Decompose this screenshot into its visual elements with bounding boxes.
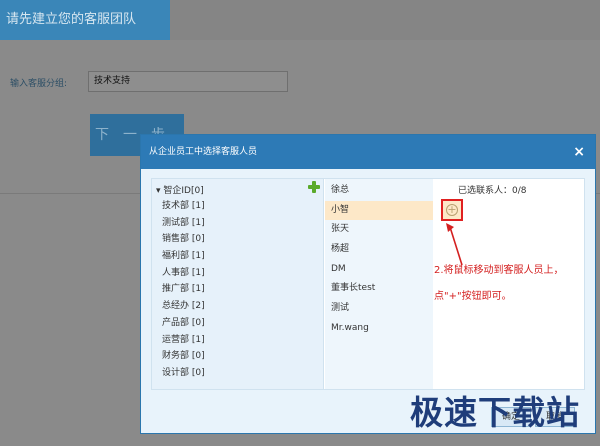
tree-item-dept[interactable]: 产品部 [0] — [162, 315, 205, 332]
staff-item[interactable]: Mr.wang — [325, 319, 433, 339]
staff-item[interactable]: 测试 — [325, 299, 433, 319]
staff-item[interactable]: 张天 — [325, 220, 433, 240]
department-tree: ▾ 智企ID[0] 技术部 [1] 测试部 [1] 销售部 [0] 福利部 [1… — [152, 179, 324, 389]
tree-item-dept[interactable]: 福利部 [1] — [162, 248, 205, 265]
dialog-header: 从企业员工中选择客服人员 — [141, 135, 595, 169]
tree-root[interactable]: ▾ 智企ID[0] — [156, 183, 204, 196]
close-icon[interactable]: × — [573, 144, 585, 160]
tree-item-dept[interactable]: 测试部 [1] — [162, 215, 205, 232]
tree-item-dept[interactable]: 推广部 [1] — [162, 281, 205, 298]
selected-count: 已选联系人：0/8 — [458, 186, 527, 196]
plus-circle-icon: + — [446, 203, 458, 216]
staff-item[interactable]: 杨超 — [325, 240, 433, 260]
annotation-line-2: 点"+"按钮即可。 — [434, 291, 512, 302]
annotation-line-1: 2.将鼠标移动到客服人员上， — [434, 265, 564, 276]
watermark-logo: 极速下载站 — [410, 393, 580, 432]
staff-item[interactable]: 董事长test — [325, 279, 433, 299]
dialog-body: ▾ 智企ID[0] 技术部 [1] 测试部 [1] 销售部 [0] 福利部 [1… — [151, 178, 585, 390]
staff-pane: 徐总 小智 张天 杨超 DM 董事长test 测试 Mr.wang — [325, 179, 433, 389]
dialog-title: 从企业员工中选择客服人员 — [149, 147, 258, 157]
staff-list: 徐总 小智 张天 杨超 DM 董事长test 测试 Mr.wang — [325, 181, 433, 339]
tree-item-dept[interactable]: 技术部 [1] — [162, 198, 205, 215]
staff-item-hovered[interactable]: 小智 — [325, 200, 433, 221]
tree-item-dept[interactable]: 设计部 [0] — [162, 365, 205, 382]
tree-item-dept[interactable]: 总经办 [2] — [162, 298, 205, 315]
staff-item[interactable]: DM — [325, 260, 433, 280]
tree-item-dept[interactable]: 财务部 [0] — [162, 348, 205, 365]
tree-item-dept[interactable]: 销售部 [0] — [162, 231, 205, 248]
department-list: 技术部 [1] 测试部 [1] 销售部 [0] 福利部 [1] 人事部 [1] … — [162, 198, 205, 382]
staff-item[interactable]: 徐总 — [325, 181, 433, 201]
tree-item-dept[interactable]: 人事部 [1] — [162, 265, 205, 282]
group-name-input[interactable]: 技术支持 — [88, 71, 288, 92]
add-group-icon[interactable] — [308, 181, 320, 193]
tree-item-dept[interactable]: 运营部 [1] — [162, 332, 205, 349]
add-staff-button[interactable]: + — [441, 199, 463, 221]
group-label: 输入客服分组: — [10, 79, 68, 89]
page-title: 请先建立您的客服团队 — [0, 0, 170, 40]
